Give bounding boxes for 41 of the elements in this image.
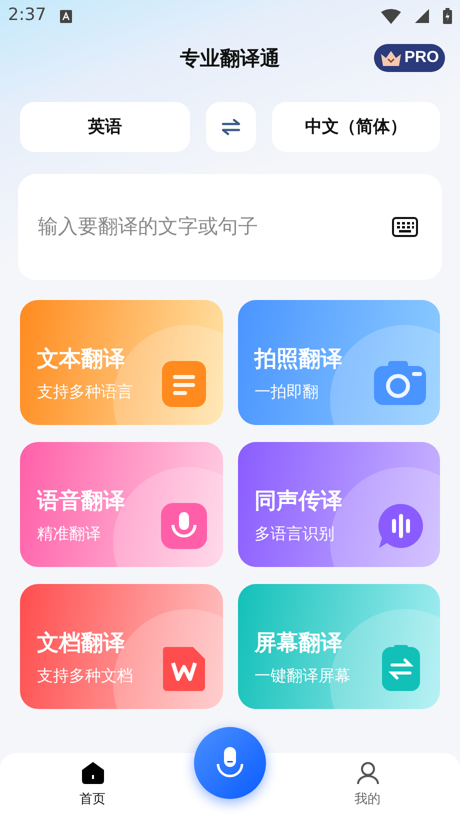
feature-title: 拍照翻译 bbox=[254, 344, 344, 372]
feature-title: 语音翻译 bbox=[37, 486, 126, 514]
feature-title: 文档翻译 bbox=[37, 628, 126, 656]
feature-title: 同声传译 bbox=[254, 486, 344, 514]
target-language-button[interactable]: 中文（简体） bbox=[272, 102, 440, 152]
signal-icon bbox=[415, 9, 429, 23]
microphone-icon bbox=[158, 501, 208, 551]
feature-subtitle: 精准翻译 bbox=[37, 524, 102, 544]
feature-card[interactable]: 同声传译 多语言识别 bbox=[238, 442, 440, 567]
nav-tab[interactable]: 首页 bbox=[0, 753, 185, 817]
camera-icon bbox=[372, 359, 428, 407]
feature-subtitle: 一拍即翻 bbox=[254, 382, 320, 402]
feature-card[interactable]: 语音翻译 精准翻译 bbox=[20, 442, 222, 567]
voice-input-button[interactable] bbox=[194, 727, 266, 799]
nav-tab[interactable]: 我的 bbox=[275, 753, 460, 817]
wifi-icon bbox=[381, 8, 401, 24]
feature-subtitle: 一键翻译屏幕 bbox=[254, 666, 352, 686]
feature-title: 文本翻译 bbox=[37, 344, 126, 372]
source-language-button[interactable]: 英语 bbox=[20, 102, 190, 152]
swap-languages-button[interactable] bbox=[206, 102, 256, 152]
swap-icon bbox=[221, 118, 241, 136]
status-time: 2:37 bbox=[8, 4, 46, 28]
feature-title: 屏幕翻译 bbox=[254, 628, 344, 656]
feature-subtitle: 多语言识别 bbox=[254, 524, 336, 544]
feature-card[interactable]: 屏幕翻译 一键翻译屏幕 bbox=[238, 584, 440, 709]
feature-card[interactable]: 文档翻译 支持多种文档 bbox=[20, 584, 222, 709]
app-title: 专业翻译通 bbox=[180, 47, 280, 72]
translation-input-field[interactable]: 输入要翻译的文字或句子 bbox=[18, 174, 442, 280]
crown-icon bbox=[380, 49, 402, 67]
person-icon bbox=[356, 761, 380, 786]
keyboard-app-icon bbox=[60, 10, 72, 22]
chat-bubble-icon bbox=[376, 501, 426, 551]
home-icon bbox=[80, 761, 104, 786]
microphone-icon bbox=[214, 746, 246, 780]
keyboard-icon bbox=[392, 217, 418, 237]
pro-badge[interactable]: PRO bbox=[374, 44, 445, 72]
battery-icon bbox=[443, 8, 452, 24]
feature-subtitle: 支持多种语言 bbox=[37, 382, 134, 402]
feature-card[interactable]: 拍照翻译 一拍即翻 bbox=[238, 300, 440, 425]
feature-subtitle: 支持多种文档 bbox=[37, 666, 134, 686]
feature-card[interactable]: 文本翻译 支持多种语言 bbox=[20, 300, 222, 425]
